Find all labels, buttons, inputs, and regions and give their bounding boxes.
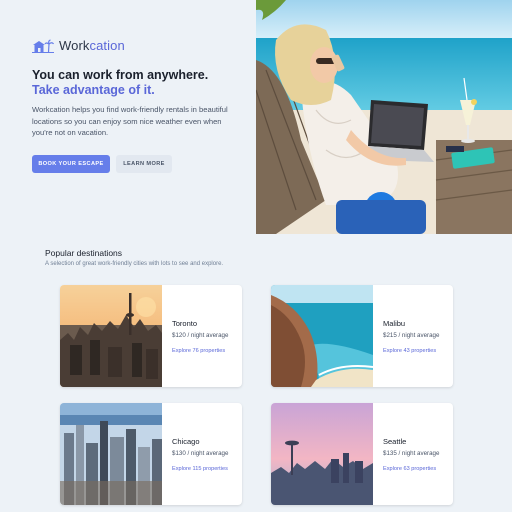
explore-link[interactable]: Explore 115 properties	[172, 465, 242, 473]
seattle-image	[271, 403, 373, 505]
destination-card-toronto[interactable]: Toronto $120 / night average Explore 76 …	[60, 285, 242, 387]
card-details: Chicago $130 / night average Explore 115…	[162, 403, 242, 505]
destination-card-seattle[interactable]: Seattle $135 / night average Explore 63 …	[271, 403, 453, 505]
hero-subtitle: Take advantage of it.	[32, 83, 155, 97]
city-name: Malibu	[383, 319, 406, 328]
destination-card-malibu[interactable]: Malibu $215 / night average Explore 43 p…	[271, 285, 453, 387]
city-name: Toronto	[172, 319, 198, 328]
destination-card-chicago[interactable]: Chicago $130 / night average Explore 115…	[60, 403, 242, 505]
hero-description: Workcation helps you find work-friendly …	[32, 105, 228, 138]
price-text: $215 / night average	[383, 332, 440, 339]
price-text: $135 / night average	[383, 450, 440, 457]
book-escape-button[interactable]: Book your escape	[32, 155, 110, 173]
hero-section: Workcation You can work from anywhere. T…	[0, 0, 512, 234]
learn-more-button[interactable]: Learn more	[116, 155, 172, 173]
hero-content: Workcation You can work from anywhere. T…	[0, 0, 256, 234]
price-text: $130 / night average	[172, 450, 229, 457]
hero-image	[256, 0, 512, 234]
city-name: Chicago	[172, 437, 200, 446]
chicago-image	[60, 403, 162, 505]
toronto-image	[60, 285, 162, 387]
card-details: Seattle $135 / night average Explore 63 …	[373, 403, 453, 505]
explore-link[interactable]: Explore 43 properties	[383, 347, 453, 355]
card-details: Malibu $215 / night average Explore 43 p…	[373, 285, 453, 387]
destinations-title: Popular destinations	[45, 248, 123, 258]
card-details: Toronto $120 / night average Explore 76 …	[162, 285, 242, 387]
brand-name: Workcation	[59, 38, 125, 53]
brand-logo[interactable]: Workcation	[32, 38, 125, 53]
explore-link[interactable]: Explore 63 properties	[383, 465, 453, 473]
city-name: Seattle	[383, 437, 407, 446]
malibu-image	[271, 285, 373, 387]
explore-link[interactable]: Explore 76 properties	[172, 347, 242, 355]
hero-title: You can work from anywhere.	[32, 68, 209, 82]
beach-house-icon	[32, 38, 54, 53]
destinations-subtitle: A selection of great work-friendly citie…	[45, 261, 224, 267]
price-text: $120 / night average	[172, 332, 229, 339]
